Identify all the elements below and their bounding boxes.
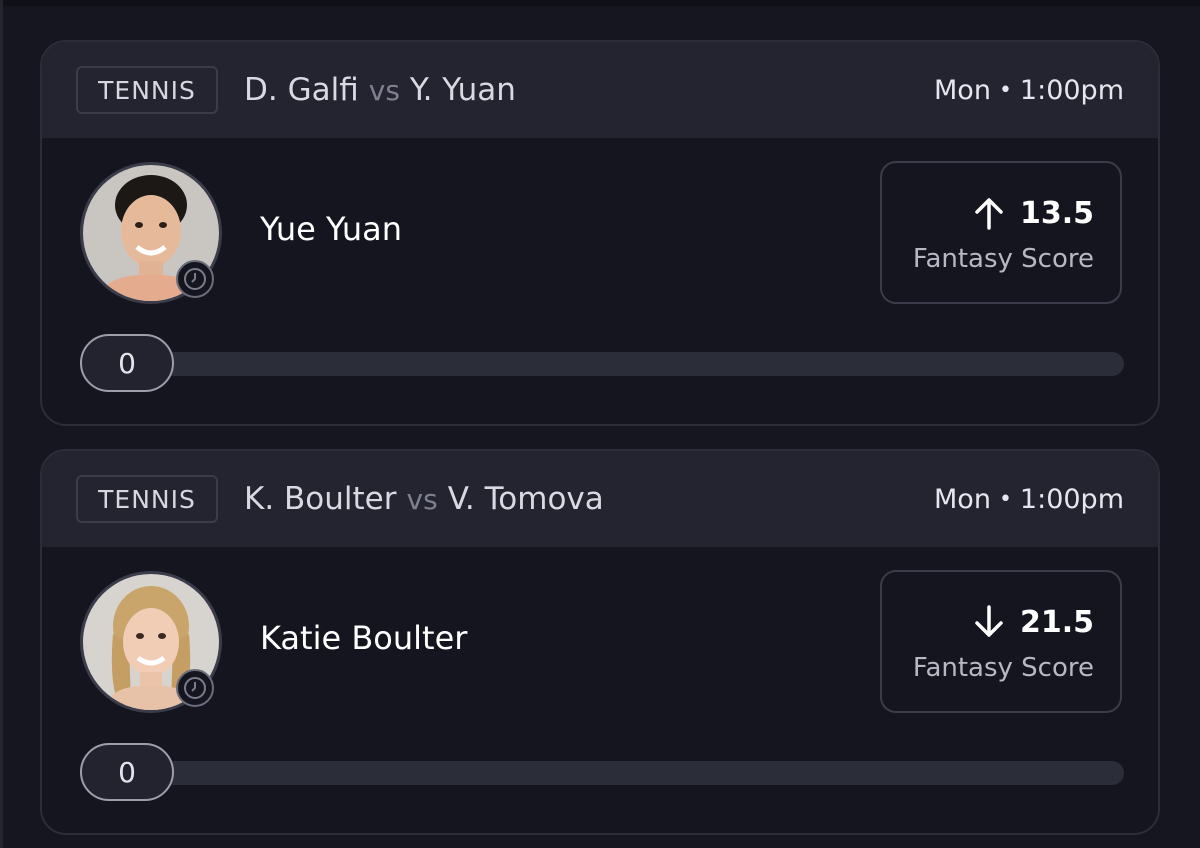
sport-badge: TENNIS (76, 66, 218, 114)
stat-label: Fantasy Score (912, 653, 1094, 683)
matchup: D. Galfi vs Y. Yuan (244, 68, 516, 112)
clock-icon (176, 669, 214, 707)
game-time: Mon • 1:00pm (934, 68, 1124, 112)
projection-line: 21.5 (974, 600, 1094, 644)
game-time: Mon • 1:00pm (934, 477, 1124, 521)
game-clock-time: 1:00pm (1019, 483, 1124, 515)
player-name[interactable]: Katie Boulter (260, 613, 467, 663)
separator-dot-icon: • (998, 486, 1012, 512)
projection-card[interactable]: TENNIS D. Galfi vs Y. Yuan Mon • 1:00pm (40, 40, 1160, 426)
matchup-vs: vs (406, 482, 438, 516)
matchup-player-a: D. Galfi (244, 72, 359, 108)
arrow-down-icon (975, 605, 1003, 637)
projection-line: 13.5 (974, 191, 1094, 235)
game-day: Mon (934, 74, 991, 106)
projection-box[interactable]: 13.5 Fantasy Score (880, 161, 1122, 304)
card-header: TENNIS K. Boulter vs V. Tomova Mon • 1:0… (42, 451, 1158, 547)
projection-box[interactable]: 21.5 Fantasy Score (880, 570, 1122, 713)
line-value: 13.5 (1019, 195, 1094, 231)
matchup-player-a: K. Boulter (244, 481, 397, 517)
game-day: Mon (934, 483, 991, 515)
matchup-player-b: Y. Yuan (409, 72, 516, 108)
game-clock-time: 1:00pm (1019, 74, 1124, 106)
line-value: 21.5 (1019, 604, 1094, 640)
progress-track (82, 352, 1124, 376)
separator-dot-icon: • (998, 77, 1012, 103)
arrow-up-icon (975, 198, 1003, 230)
progress-track (82, 761, 1124, 785)
stat-label: Fantasy Score (912, 244, 1094, 274)
matchup: K. Boulter vs V. Tomova (244, 477, 604, 521)
matchup-vs: vs (368, 73, 400, 107)
player-name[interactable]: Yue Yuan (260, 204, 402, 254)
projection-card[interactable]: TENNIS K. Boulter vs V. Tomova Mon • 1:0… (40, 449, 1160, 835)
top-bar (0, 0, 1200, 6)
matchup-player-b: V. Tomova (447, 481, 604, 517)
sport-badge: TENNIS (76, 475, 218, 523)
clock-icon (176, 260, 214, 298)
progress-value: 0 (80, 743, 174, 801)
progress-value: 0 (80, 334, 174, 392)
card-header: TENNIS D. Galfi vs Y. Yuan Mon • 1:00pm (42, 42, 1158, 138)
left-edge (0, 0, 3, 848)
